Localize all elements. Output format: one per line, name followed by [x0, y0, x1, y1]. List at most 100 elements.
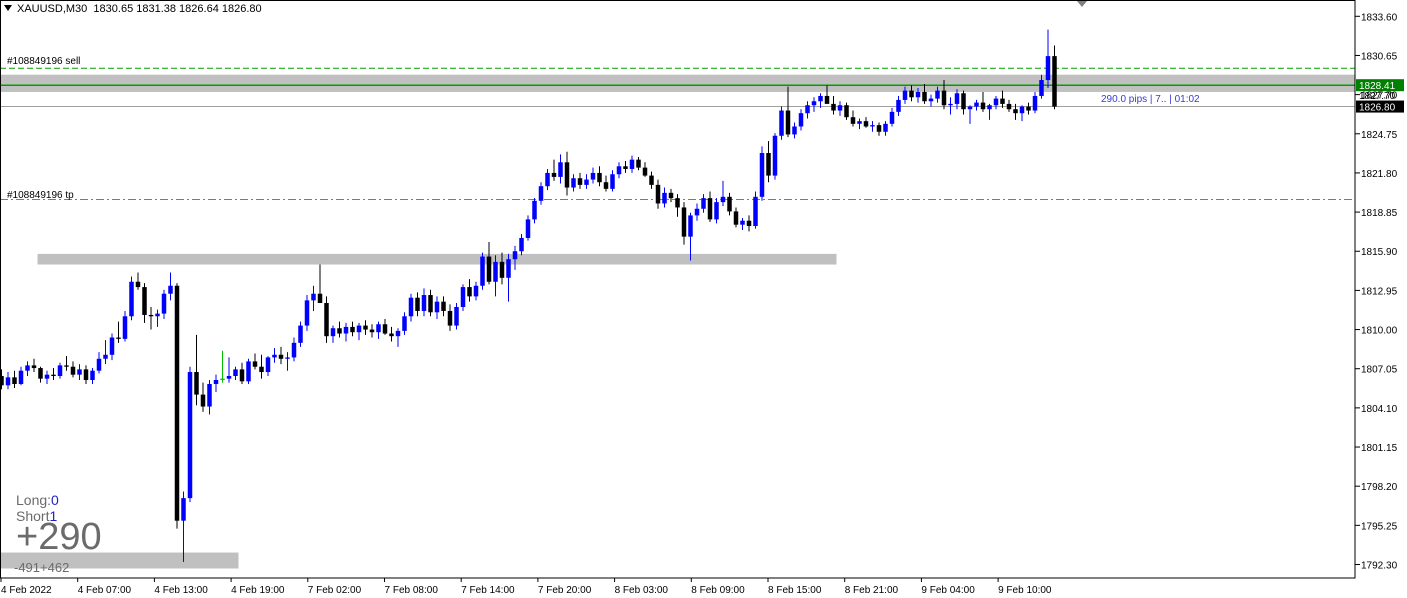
candle-body	[837, 105, 843, 111]
candle-body	[376, 324, 381, 333]
candle-body	[844, 105, 849, 118]
y-tick-label: 1807.05	[1361, 365, 1398, 376]
candle-body	[642, 167, 648, 176]
candle-body	[512, 251, 518, 260]
candle-body	[226, 376, 232, 379]
candle-body	[285, 357, 290, 359]
candle-body	[161, 293, 167, 314]
candle-body	[142, 287, 147, 315]
price-chart[interactable]: 1833.60 1830.65 1827.70 1824.75 1821.80 1818.…	[0, 0, 1407, 598]
candle-body	[707, 198, 713, 220]
candle-body	[525, 219, 531, 238]
candle-body	[493, 261, 498, 282]
y-tick-label: 1812.95	[1361, 286, 1398, 297]
chart-header: XAUUSD,M30 1830.65 1831.38 1826.64 1826.…	[4, 3, 262, 15]
candle-body	[421, 295, 427, 311]
candle-body	[395, 330, 401, 337]
candle-body	[155, 313, 160, 317]
profit-total: +290	[16, 516, 102, 558]
candle-body	[967, 106, 973, 110]
candle-body	[369, 329, 375, 333]
long-count: Long:0	[16, 492, 59, 508]
x-tick-label: 7 Feb 02:00	[308, 585, 362, 596]
candle-body	[135, 281, 141, 288]
candle-body	[974, 102, 979, 107]
candle-body	[655, 184, 661, 204]
candle-body	[363, 325, 368, 330]
y-tick-label: 1815.90	[1361, 247, 1398, 258]
candle-body	[207, 383, 212, 407]
candle-body	[454, 306, 459, 326]
tp-order-label: #108849196 tp	[7, 190, 74, 201]
y-tick-label: 1810.00	[1361, 326, 1398, 337]
candle-body	[1013, 109, 1018, 114]
candle-body	[870, 125, 875, 127]
x-tick-label: 8 Feb 03:00	[615, 585, 669, 596]
candle-body	[740, 220, 745, 225]
candle-body	[382, 324, 388, 334]
candle-body	[766, 153, 771, 176]
x-tick-label: 4 Feb 13:00	[154, 585, 208, 596]
candle-body	[408, 297, 414, 317]
candle-body	[311, 293, 316, 301]
candle-body	[636, 159, 641, 168]
x-tick-label: 7 Feb 08:00	[385, 585, 439, 596]
candle-body	[681, 207, 687, 237]
y-tick-label: 1795.25	[1361, 521, 1398, 532]
candle-body	[1052, 56, 1057, 107]
candle-body	[233, 369, 238, 377]
candle-body	[948, 103, 953, 106]
chart-area[interactable]: 1833.60 1830.65 1827.70 1824.75 1821.80 1818.…	[0, 0, 1407, 598]
candle-body	[402, 316, 407, 331]
candle-body	[889, 111, 895, 124]
candle-body	[220, 378, 225, 380]
candle-body	[824, 95, 830, 104]
candle-body	[109, 337, 115, 355]
ohlc-readout: 1830.65 1831.38 1826.64 1826.80	[93, 3, 262, 15]
candle-body	[434, 301, 440, 313]
x-tick-label: 9 Feb 10:00	[998, 585, 1052, 596]
candle-body	[610, 174, 615, 189]
candle-body	[298, 325, 303, 343]
candle-body	[116, 337, 121, 339]
candle-body	[811, 101, 817, 106]
dropdown-triangle-icon[interactable]	[4, 5, 12, 11]
candle-body	[662, 192, 667, 204]
x-tick-label: 4 Feb 07:00	[78, 585, 132, 596]
x-tick-label: 7 Feb 20:00	[538, 585, 592, 596]
candle-body	[1019, 106, 1025, 114]
candle-body	[519, 237, 524, 252]
x-tick-label: 9 Feb 04:00	[921, 585, 975, 596]
candle-body	[12, 377, 17, 384]
x-tick-label: 4 Feb 19:00	[231, 585, 285, 596]
chart-shift-icon	[1077, 1, 1087, 7]
candle-body	[857, 121, 862, 124]
candle-body	[480, 256, 485, 286]
candle-body	[558, 162, 563, 177]
candle-body	[259, 366, 264, 373]
candle-body	[961, 93, 966, 110]
candle-body	[356, 325, 362, 333]
candle-body	[597, 172, 602, 183]
candle-body	[714, 202, 719, 220]
candle-body	[473, 285, 479, 297]
x-tick-label: 8 Feb 09:00	[691, 585, 745, 596]
candle-body	[746, 220, 752, 227]
candle-body	[31, 365, 37, 369]
candle-body	[987, 105, 992, 110]
candle-body	[538, 186, 544, 201]
bid-partial-tag: 1827.70	[1359, 91, 1396, 102]
candle-body	[213, 379, 219, 384]
candle-body	[246, 361, 251, 382]
candle-body	[194, 372, 199, 395]
candle-body	[883, 123, 888, 132]
candle-body	[460, 287, 466, 307]
candle-body	[993, 98, 999, 106]
candle-body	[1039, 80, 1044, 96]
candle-body	[772, 135, 778, 176]
candle-body	[304, 300, 310, 326]
candle-body	[51, 374, 56, 377]
candle-body	[252, 361, 258, 367]
candle-body	[831, 103, 836, 111]
candle-body	[148, 314, 154, 317]
